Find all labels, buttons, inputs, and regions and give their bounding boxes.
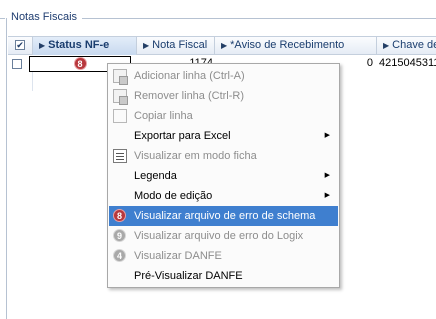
copy-icon	[113, 109, 127, 123]
menu-item-export-excel[interactable]: Exportar para Excel ▶	[109, 126, 338, 146]
column-header-nota-fiscal[interactable]: ▶ Nota Fiscal	[137, 37, 215, 55]
submenu-arrow-icon: ▶	[324, 172, 330, 179]
sort-arrow-icon: ▶	[383, 41, 390, 50]
menu-item-add-row[interactable]: Adicionar linha (Ctrl-A)	[109, 66, 338, 86]
column-header-status-nfe[interactable]: ▶ Status NF-e	[33, 37, 137, 55]
menu-item-view-danfe[interactable]: 4 Visualizar DANFE	[109, 246, 338, 266]
danfe-icon: 4	[113, 249, 126, 262]
sort-arrow-icon: ▶	[143, 41, 150, 50]
schema-error-icon: 8	[113, 209, 126, 222]
column-header-aviso-recebimento[interactable]: ▶ *Aviso de Recebimento	[215, 37, 377, 55]
row-checkbox[interactable]	[12, 59, 22, 69]
menu-item-view-schema-error[interactable]: 8 Visualizar arquivo de erro de schema	[109, 206, 338, 226]
context-menu: Adicionar linha (Ctrl-A) Remover linha (…	[107, 63, 340, 288]
chave-cell[interactable]: 4215045311	[379, 56, 436, 72]
form-view-icon	[113, 149, 127, 163]
fieldset-border-top	[82, 18, 436, 19]
select-all-header[interactable]: ✔	[8, 37, 33, 55]
fieldset-border-left	[0, 18, 5, 19]
menu-item-legend[interactable]: Legenda ▶	[109, 166, 338, 186]
menu-item-copy-row[interactable]: Copiar linha	[109, 106, 338, 126]
logix-error-icon: 9	[113, 229, 126, 242]
sort-arrow-icon: ▶	[39, 41, 46, 50]
menu-item-edit-mode[interactable]: Modo de edição ▶	[109, 186, 338, 206]
sort-arrow-icon: ▶	[221, 41, 228, 50]
submenu-arrow-icon: ▶	[324, 192, 330, 199]
submenu-arrow-icon: ▶	[324, 132, 330, 139]
error-status-icon: 8	[73, 57, 87, 70]
menu-item-preview-danfe[interactable]: Pré-Visualizar DANFE	[109, 266, 338, 286]
menu-item-view-form-mode[interactable]: Visualizar em modo ficha	[109, 146, 338, 166]
fieldset-border-side	[6, 18, 7, 319]
remove-row-icon	[113, 89, 128, 105]
grid-header: ✔ ▶ Status NF-e ▶ Nota Fiscal ▶ *Aviso de R…	[8, 37, 436, 55]
column-header-chave[interactable]: ▶ Chave de	[377, 37, 436, 55]
menu-item-remove-row[interactable]: Remover linha (Ctrl-R)	[109, 86, 338, 106]
fieldset-title: Notas Fiscais	[8, 11, 81, 23]
select-all-checkbox[interactable]: ✔	[15, 40, 25, 50]
add-row-icon	[113, 69, 128, 85]
menu-item-view-logix-error[interactable]: 9 Visualizar arquivo de erro do Logix	[109, 226, 338, 246]
